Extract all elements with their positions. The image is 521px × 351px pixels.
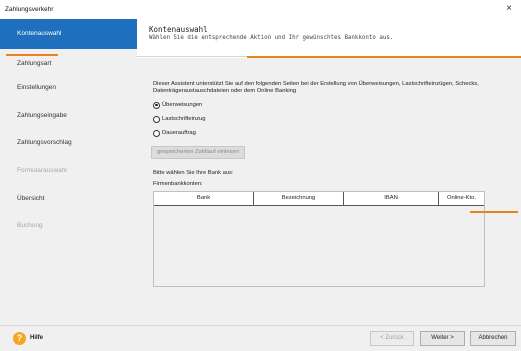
radio-checked-icon[interactable] [153, 101, 160, 109]
help-link[interactable]: Hilfe [30, 335, 43, 341]
column-header-online-kto[interactable]: Online-Kto. [439, 192, 484, 205]
sidebar-item-kontenauswahl[interactable]: Kontenauswahl [0, 19, 137, 49]
window-title: Zahlungsverkehr [5, 6, 54, 13]
column-header-bank[interactable]: Bank [154, 192, 254, 205]
side-accent-line [470, 211, 518, 213]
page-header: Kontenauswahl Wählen Sie die entsprechen… [137, 19, 521, 56]
sidebar-item-einstellungen[interactable]: Einstellungen [0, 73, 137, 103]
sidebar-item-formularauswahl: Formularauswahl [17, 167, 67, 174]
column-header-bezeichnung[interactable]: Bezeichnung [254, 192, 344, 205]
radio-ueberweisungen[interactable]: Überweisungen [153, 100, 202, 110]
radio-unchecked-icon[interactable] [153, 115, 160, 123]
sidebar-item-uebersicht[interactable]: Übersicht [0, 184, 137, 214]
close-icon[interactable]: × [503, 3, 515, 14]
help-icon[interactable]: ? [13, 332, 26, 345]
sidebar-item-zahlungsvorschlag[interactable]: Zahlungsvorschlag [0, 128, 137, 158]
radio-label: Dauerauftrag [162, 130, 196, 136]
sidebar-item-zahlungseingabe[interactable]: Zahlungseingabe [0, 101, 137, 131]
radio-label: Überweisungen [162, 102, 203, 108]
wizard-sidebar: Kontenauswahl Zahlungsart Einstellungen … [0, 19, 137, 325]
wizard-footer: ? Hilfe < Zurück Weiter > Abbrechen [0, 325, 521, 351]
radio-lastschrifteinzug[interactable]: Lastschrifteinzug [153, 114, 206, 124]
company-accounts-label: Firmenbankkonten: [153, 181, 203, 187]
back-button: < Zurück [370, 331, 414, 346]
page-subtitle: Wählen Sie die entsprechende Aktion und … [149, 35, 394, 41]
radio-dauerauftrag[interactable]: Dauerauftrag [153, 128, 196, 138]
load-saved-run-button: gespeicherten Zahllauf einlesen [151, 146, 245, 159]
next-button[interactable]: Weiter > [420, 331, 465, 346]
bank-prompt-label: Bitte wählen Sie Ihre Bank aus: [153, 170, 234, 176]
table-header-row: Bank Bezeichnung IBAN Online-Kto. [154, 192, 484, 206]
sidebar-item-buchung: Buchung [17, 222, 43, 229]
bank-accounts-table[interactable]: Bank Bezeichnung IBAN Online-Kto. [153, 191, 485, 287]
intro-text: Dieser Assistent unterstützt Sie auf den… [153, 81, 479, 94]
radio-label: Lastschrifteinzug [162, 116, 206, 122]
title-bar: Zahlungsverkehr × [0, 0, 521, 19]
cancel-button[interactable]: Abbrechen [470, 331, 516, 346]
page-title: Kontenauswahl [149, 25, 208, 34]
radio-unchecked-icon[interactable] [153, 129, 160, 137]
main-panel: Dieser Assistent unterstützt Sie auf den… [137, 58, 521, 325]
column-header-iban[interactable]: IBAN [344, 192, 439, 205]
